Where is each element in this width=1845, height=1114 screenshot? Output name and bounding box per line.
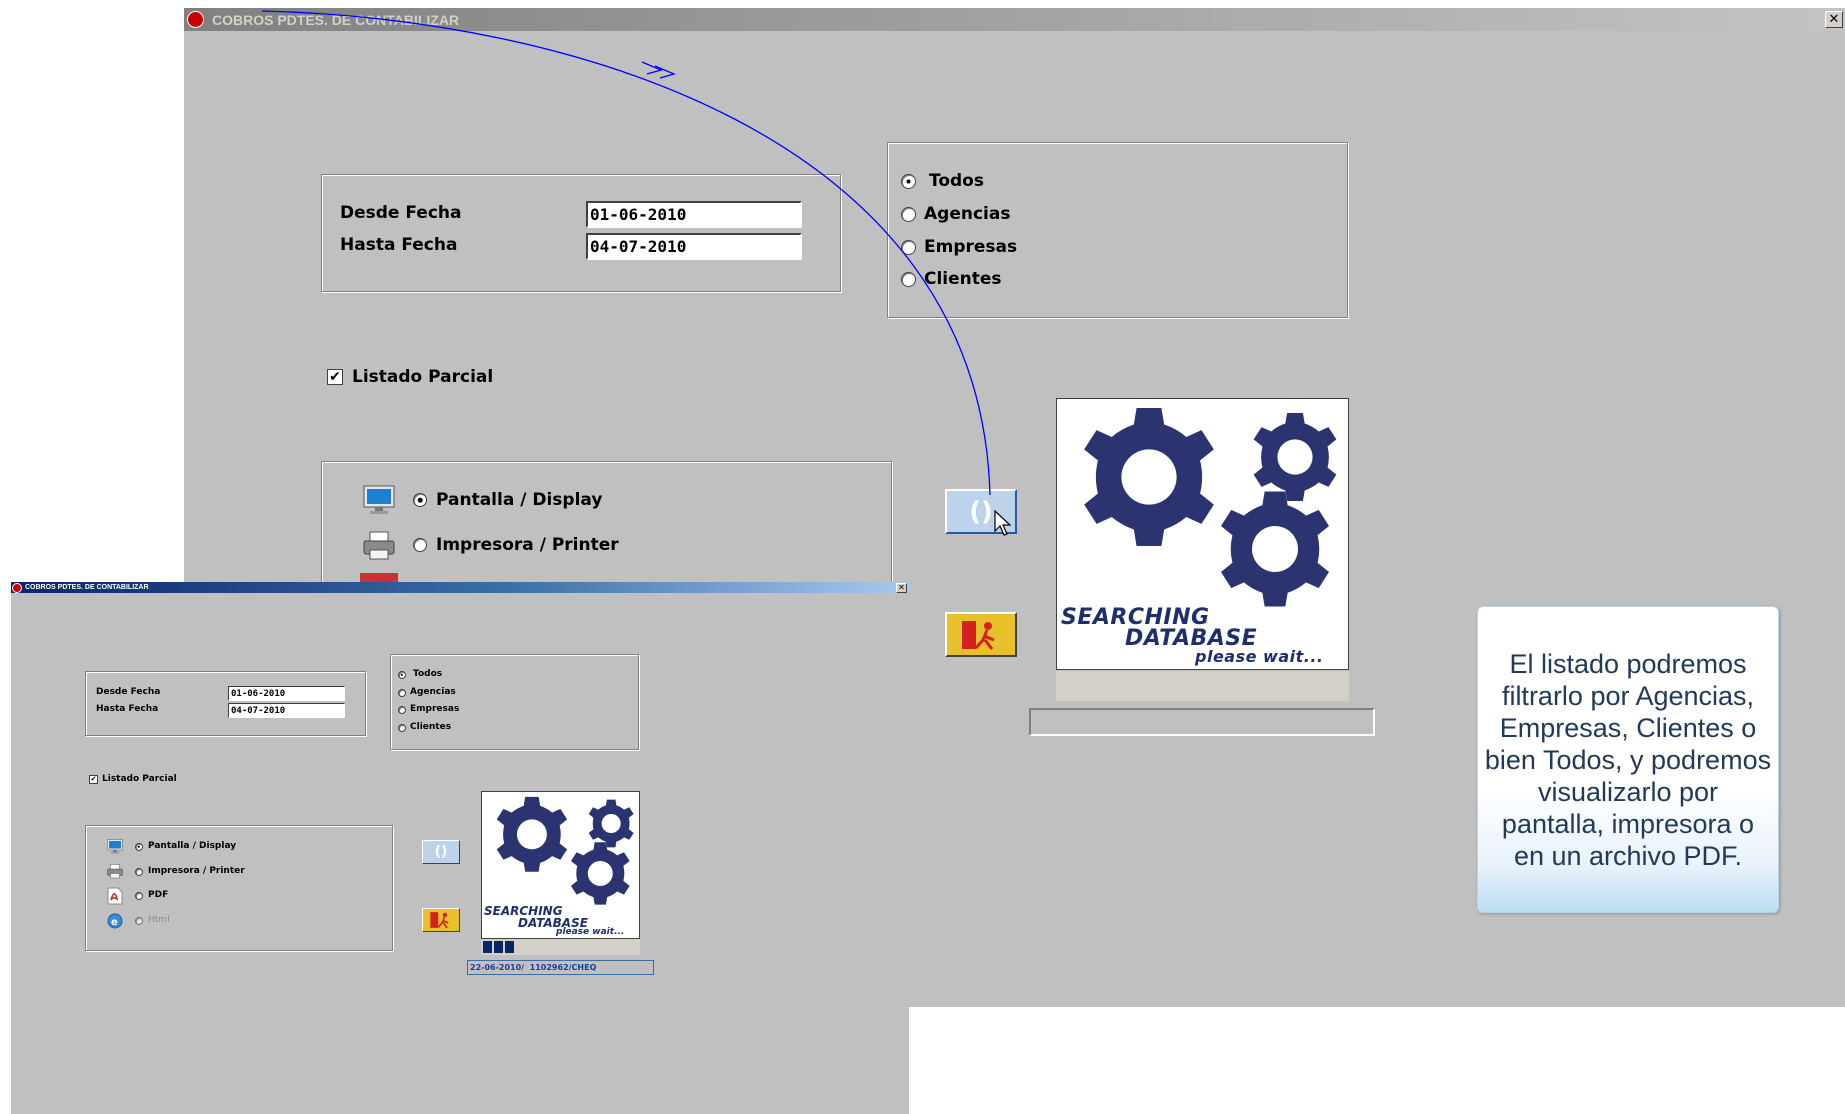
close-icon: ✕ [1828, 12, 1840, 27]
main-listado-parcial-checkbox[interactable]: ✔ [327, 369, 343, 385]
main-desde-fecha-label: Desde Fecha [340, 203, 462, 223]
small-please-wait-text: please wait... [556, 927, 625, 937]
exit-door-icon [430, 912, 449, 929]
main-filter-label-empresas: Empresas [924, 237, 1018, 257]
monitor-icon [105, 837, 125, 856]
blank-area [909, 1007, 1845, 1114]
small-status-field: 22-06-2010/ 1102962/CHEQ [467, 960, 654, 975]
small-exit-button[interactable] [422, 908, 460, 932]
main-filter-radio-todos[interactable] [901, 174, 916, 189]
app-logo-icon-small [12, 582, 22, 593]
html-icon: e [105, 911, 125, 930]
progress-block [483, 941, 492, 953]
small-output-radio-printer[interactable] [135, 868, 143, 876]
small-hasta-fecha-label: Hasta Fecha [96, 704, 159, 714]
small-progress-bar [481, 939, 640, 955]
small-listado-parcial-checkbox[interactable]: ✔ [89, 775, 98, 784]
main-filter-group [887, 142, 1348, 318]
printer-icon [105, 862, 125, 881]
info-callout: El listado podremos filtrarlo por Agenci… [1477, 606, 1779, 913]
main-status-field [1029, 708, 1375, 736]
main-listado-parcial-label: Listado Parcial [352, 367, 494, 387]
main-exit-button[interactable] [945, 612, 1017, 657]
small-refresh-button[interactable]: () [422, 840, 460, 864]
mouse-cursor-icon [994, 510, 1012, 536]
main-output-label-display: Pantalla / Display [436, 490, 603, 510]
small-output-label-display: Pantalla / Display [148, 841, 237, 851]
small-filter-label-empresas: Empresas [410, 704, 460, 714]
small-filter-label-clientes: Clientes [410, 722, 452, 732]
small-filter-label-agencias: Agencias [410, 687, 456, 697]
small-output-radio-pdf[interactable] [135, 892, 143, 900]
pdf-icon [105, 886, 125, 905]
main-filter-label-clientes: Clientes [924, 269, 1002, 289]
refresh-icon: () [969, 496, 993, 527]
refresh-icon: () [434, 844, 448, 860]
close-icon: ✕ [898, 583, 905, 592]
main-hasta-fecha-input[interactable]: 04-07-2010 [586, 233, 802, 260]
main-title-bar: COBROS PDTES. DE CONTABILIZAR ✕ [184, 8, 1845, 31]
small-output-radio-html[interactable] [135, 917, 143, 925]
main-filter-radio-empresas[interactable] [901, 240, 916, 255]
main-progress-bar [1056, 671, 1349, 701]
small-output-label-printer: Impresora / Printer [148, 866, 245, 876]
small-output-group [85, 825, 393, 951]
app-logo-icon [187, 11, 204, 28]
info-callout-text: El listado podremos filtrarlo por Agenci… [1484, 648, 1772, 871]
small-desde-fecha-input[interactable]: 01-06-2010 [228, 686, 345, 701]
svg-text:e: e [111, 917, 118, 928]
main-output-radio-display[interactable] [413, 493, 427, 507]
printer-icon [359, 527, 399, 565]
main-hasta-fecha-label: Hasta Fecha [340, 235, 458, 255]
main-searching-database-panel: SEARCHING DATABASE please wait... [1056, 398, 1349, 670]
small-listado-parcial-label: Listado Parcial [102, 774, 177, 784]
main-output-radio-printer[interactable] [413, 538, 427, 552]
small-output-radio-display[interactable] [135, 843, 143, 851]
small-window-title: COBROS PDTES. DE CONTABILIZAR [25, 584, 149, 591]
main-output-group [321, 461, 892, 591]
main-filter-label-agencias: Agencias [924, 204, 1011, 224]
exit-door-icon [962, 620, 995, 650]
gears-icon [1084, 408, 1337, 607]
main-output-label-printer: Impresora / Printer [436, 535, 619, 555]
small-filter-radio-clientes[interactable] [398, 724, 406, 732]
monitor-icon [359, 481, 399, 519]
main-desde-fecha-input[interactable]: 01-06-2010 [586, 201, 802, 228]
small-filter-label-todos: Todos [413, 669, 443, 679]
gears-icon [496, 796, 634, 905]
small-output-label-html: Html [148, 915, 170, 925]
small-hasta-fecha-input[interactable]: 04-07-2010 [228, 703, 345, 718]
small-filter-radio-agencias[interactable] [398, 689, 406, 697]
small-title-bar: COBROS PDTES. DE CONTABILIZAR [11, 582, 909, 593]
small-filter-radio-todos[interactable] [398, 671, 406, 679]
small-desde-fecha-label: Desde Fecha [96, 687, 161, 697]
progress-block [505, 941, 514, 953]
small-status-text: 22-06-2010/ 1102962/CHEQ [470, 963, 597, 972]
progress-block [494, 941, 503, 953]
main-window-title: COBROS PDTES. DE CONTABILIZAR [212, 11, 460, 28]
small-searching-database-panel: SEARCHING DATABASE please wait... [481, 791, 640, 939]
small-output-label-pdf: PDF [148, 890, 169, 900]
main-close-button[interactable]: ✕ [1825, 11, 1843, 28]
small-filter-radio-empresas[interactable] [398, 706, 406, 714]
small-close-button[interactable]: ✕ [896, 583, 907, 593]
main-filter-radio-clientes[interactable] [901, 272, 916, 287]
main-please-wait-text: please wait... [1195, 647, 1324, 666]
main-filter-radio-agencias[interactable] [901, 207, 916, 222]
main-filter-label-todos: Todos [929, 171, 984, 191]
